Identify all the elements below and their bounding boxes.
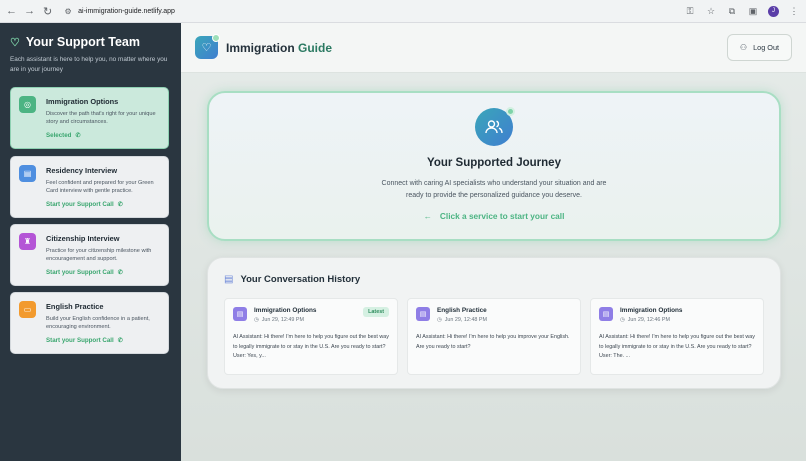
sidebar-item-citizenship-interview[interactable]: ♜ Citizenship Interview Practice for you…	[10, 224, 169, 286]
conversation-time: ◷ Jun 29, 12:49 PM	[254, 317, 304, 323]
conversation-name: Immigration Options	[254, 307, 317, 314]
profile-avatar[interactable]: J	[768, 5, 779, 17]
address-bar[interactable]: ⚙ ai-immigration-guide.netlify.app	[63, 3, 684, 19]
phone-icon: ✆	[75, 132, 81, 139]
chat-icon: ▭	[19, 301, 36, 318]
conversation-name: English Practice	[437, 307, 487, 314]
site-info-icon[interactable]: ⚙	[63, 6, 73, 16]
extensions-icon[interactable]: ⧉	[726, 6, 738, 17]
reload-icon[interactable]: ↻	[40, 3, 55, 19]
conversation-card[interactable]: ▤ English Practice ◷ Jun 29, 12:48 PM AI …	[407, 298, 581, 375]
phone-icon: ✆	[117, 337, 123, 344]
main-content: ♡ Immigration Guide ⚇ Log Out Your Suppo…	[181, 23, 806, 461]
conversation-time: ◷ Jun 29, 12:48 PM	[437, 317, 487, 323]
selected-label: Selected ✆	[46, 131, 81, 139]
card-description: Practice for your citizenship milestone …	[46, 248, 152, 263]
clock-icon: ◷	[437, 317, 442, 323]
journey-description: Connect with caring AI specialists who u…	[381, 180, 607, 199]
compass-icon: ◎	[19, 96, 36, 113]
card-description: Build your English confidence in a patie…	[46, 316, 150, 331]
conversation-name: Immigration Options	[620, 307, 683, 314]
history-title: Your Conversation History	[240, 274, 361, 285]
start-call-link[interactable]: Start your Support Call ✆	[46, 269, 161, 276]
conversation-card[interactable]: ▤ Immigration Options ◷ Jun 29, 12:49 PM …	[224, 298, 398, 375]
status-dot	[506, 107, 515, 116]
card-title: Residency Interview	[46, 166, 118, 175]
clock-icon: ◷	[254, 317, 259, 323]
card-description: Discover the path that's right for your …	[46, 111, 156, 126]
user-icon: ⚇	[739, 43, 748, 52]
browser-toolbar: ← → ↻ ⚙ ai-immigration-guide.netlify.app…	[0, 0, 806, 23]
sidebar-item-english-practice[interactable]: ▭ English Practice Build your English co…	[10, 292, 169, 354]
sidepanel-icon[interactable]: ▣	[747, 6, 759, 17]
card-description: Feel confident and prepared for your Gre…	[46, 180, 154, 195]
heart-icon: ♡	[10, 36, 20, 49]
conversation-preview: AI Assistant: Hi there! I'm here to help…	[233, 334, 389, 359]
phone-icon: ✆	[117, 201, 123, 208]
app-title: Immigration Guide	[226, 40, 333, 55]
arrow-left-icon: ←	[423, 211, 432, 221]
logout-button[interactable]: ⚇ Log Out	[727, 34, 792, 61]
journey-card: Your Supported Journey Connect with cari…	[207, 91, 781, 241]
forward-icon[interactable]: →	[22, 3, 37, 19]
phone-icon: ✆	[117, 269, 123, 276]
card-title: Citizenship Interview	[46, 234, 120, 243]
document-icon: ▤	[19, 165, 36, 182]
app-header: ♡ Immigration Guide ⚇ Log Out	[181, 23, 806, 73]
conversation-history: ▤ Your Conversation History ▤ Immigratio…	[207, 257, 781, 389]
back-icon[interactable]: ←	[4, 3, 19, 19]
conversation-preview: AI Assistant: Hi there! I'm here to help…	[416, 334, 570, 350]
conversation-card[interactable]: ▤ Immigration Options ◷ Jun 29, 12:46 PM …	[590, 298, 764, 375]
heart-logo-icon: ♡	[195, 34, 220, 59]
card-title: English Practice	[46, 302, 104, 311]
users-icon	[475, 107, 515, 146]
sidebar-title: Your Support Team	[25, 35, 140, 49]
latest-badge: Latest	[363, 307, 389, 317]
card-title: Immigration Options	[46, 97, 119, 106]
start-call-link[interactable]: Start your Support Call ✆	[46, 337, 161, 344]
document-icon: ▤	[224, 274, 234, 285]
journey-cta: ← Click a service to start your call	[423, 211, 565, 221]
sidebar: ♡ Your Support Team Each assistant is he…	[0, 23, 181, 461]
file-icon: ▤	[416, 307, 430, 321]
sidebar-subtitle: Each assistant is here to help you, no m…	[10, 56, 168, 73]
sidebar-item-residency-interview[interactable]: ▤ Residency Interview Feel confident and…	[10, 156, 169, 218]
conversation-time: ◷ Jun 29, 12:46 PM	[620, 317, 670, 323]
start-call-link[interactable]: Start your Support Call ✆	[46, 201, 161, 208]
clock-icon: ◷	[620, 317, 625, 323]
file-icon: ▤	[233, 307, 247, 321]
journey-title: Your Supported Journey	[427, 157, 561, 169]
file-icon: ▤	[599, 307, 613, 321]
url-text[interactable]: ai-immigration-guide.netlify.app	[78, 8, 175, 15]
award-icon: ♜	[19, 233, 36, 250]
key-icon[interactable]: ⚿	[684, 6, 696, 17]
menu-icon[interactable]: ⋮	[788, 6, 800, 17]
sidebar-item-immigration-options[interactable]: ◎ Immigration Options Discover the path …	[10, 87, 169, 149]
star-icon[interactable]: ☆	[705, 6, 717, 17]
conversation-preview: AI Assistant: Hi there! I'm here to help…	[599, 334, 755, 359]
sidebar-header: ♡ Your Support Team	[10, 35, 171, 49]
